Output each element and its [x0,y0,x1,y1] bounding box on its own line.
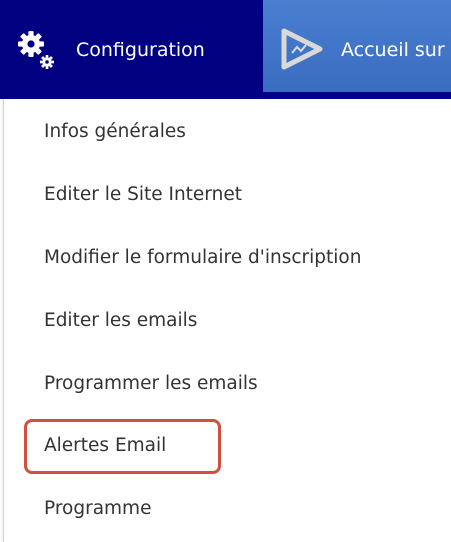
menu-item-editer-site-internet[interactable]: Editer le Site Internet [44,183,242,207]
menu-item-modifier-formulaire-inscription[interactable]: Modifier le formulaire d'inscription [44,246,361,270]
page: Configuration Accueil sur Infos générale… [0,0,451,542]
top-navigation-bar: Configuration Accueil sur [0,0,451,99]
menu-item-editer-emails[interactable]: Editer les emails [44,309,197,333]
accueil-label: Accueil sur [341,39,445,61]
accueil-menu-button[interactable]: Accueil sur [263,0,451,92]
configuration-dropdown-menu: Infos générales Editer le Site Internet … [3,99,451,542]
menu-item-programme[interactable]: Programme [44,497,151,521]
menu-item-programmer-emails[interactable]: Programmer les emails [44,372,258,396]
configuration-menu-button[interactable]: Configuration [0,0,263,99]
menu-item-infos-generales[interactable]: Infos générales [44,120,186,144]
configuration-label: Configuration [76,39,205,61]
play-icon [281,28,323,70]
menu-item-alertes-email[interactable]: Alertes Email [44,434,166,458]
gears-icon [18,31,54,69]
